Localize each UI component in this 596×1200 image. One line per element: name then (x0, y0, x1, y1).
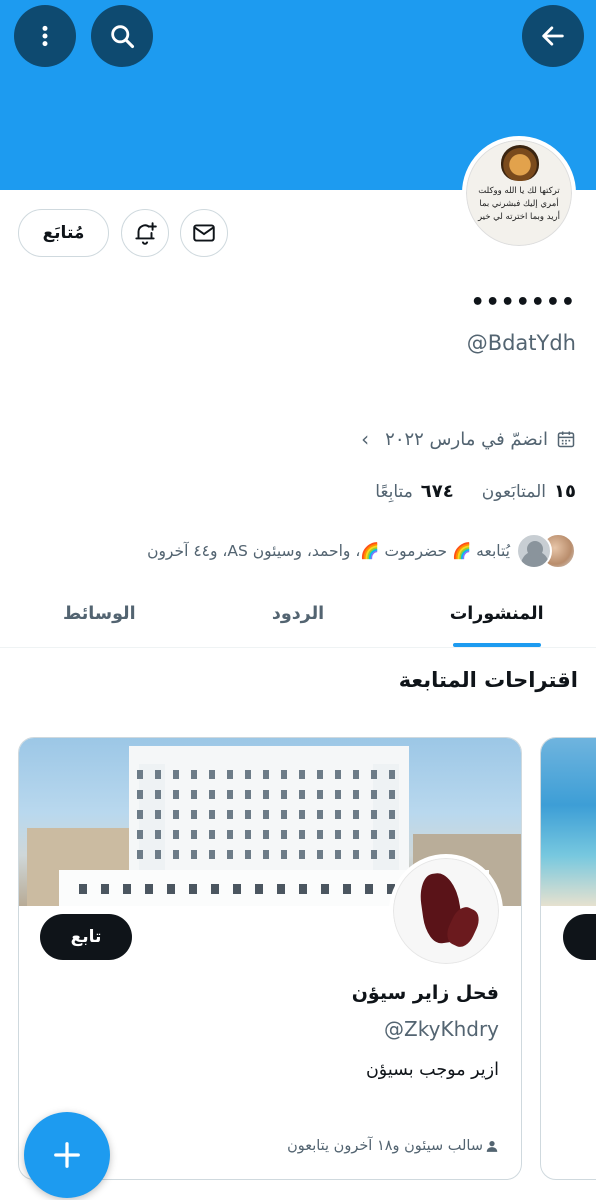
followers-stat[interactable]: ١٥ المتابَعون (482, 481, 576, 502)
joined-date-row[interactable]: ‹ انضمّ في مارس ٢٠٢٢ (361, 426, 576, 452)
notifications-button[interactable] (121, 209, 169, 257)
tab-posts[interactable]: المنشورات (397, 580, 596, 647)
tab-replies[interactable]: الردود (199, 580, 398, 647)
suggestion-followed-by: سالب سيئون و١٨ آخرون يتابعون (287, 1138, 499, 1154)
suggestion-card[interactable]: تابع فحل زاير سيؤن @ZkyKhdry ازير موجب ب… (18, 737, 522, 1180)
avatar-image: تركتها لك يا الله ووكلت أمري إليك فبشرني… (466, 140, 572, 246)
tab-media[interactable]: الوسائط (0, 580, 199, 647)
followed-by-row[interactable]: يُتابعه 🌈 حضرموت 🌈، واحمد، وسيئون AS، و٤… (147, 532, 576, 570)
profile-tabs: المنشورات الردود الوسائط (0, 580, 596, 648)
followed-by-text: يُتابعه 🌈 حضرموت 🌈، واحمد، وسيئون AS، و٤… (147, 542, 510, 560)
following-count: ٦٧٤ (420, 480, 454, 502)
more-vertical-icon (42, 25, 48, 47)
plus-icon (54, 1142, 80, 1168)
following-button[interactable]: مُتابَع (18, 209, 109, 257)
bell-plus-icon (135, 222, 157, 245)
profile-handle: @BdatYdh (466, 331, 576, 355)
follow-button-partial[interactable] (563, 914, 596, 960)
arrow-left-icon (542, 26, 564, 46)
following-stat[interactable]: ٦٧٤ متابِعًا (375, 481, 454, 502)
lion-image (501, 145, 539, 181)
follow-button[interactable]: تابع (40, 914, 132, 960)
joined-date: انضمّ في مارس ٢٠٢٢ (385, 428, 548, 450)
suggestion-followed-by-text: سالب سيئون و١٨ آخرون يتابعون (287, 1138, 483, 1154)
calendar-icon (557, 431, 575, 448)
suggestion-name[interactable]: فحل زاير سيؤن (352, 982, 499, 1004)
message-button[interactable] (180, 209, 228, 257)
profile-name: ••••••• (470, 290, 576, 315)
search-button[interactable] (91, 5, 153, 67)
avatar-caption: تركتها لك يا الله ووكلت أمري إليك فبشرني… (477, 186, 561, 222)
following-label: متابِعًا (375, 481, 413, 502)
person-icon (486, 1141, 498, 1152)
more-options-button[interactable] (14, 5, 76, 67)
suggestion-banner-image (541, 738, 596, 906)
search-icon (111, 25, 135, 49)
suggestion-handle: @ZkyKhdry (384, 1017, 499, 1041)
suggestion-bio: ازير موجب بسيؤن (365, 1060, 499, 1080)
avatar (516, 533, 552, 569)
back-button[interactable] (522, 5, 584, 67)
chevron-left-icon: ‹ (361, 427, 370, 451)
suggestion-avatar[interactable] (389, 854, 503, 968)
profile-stats: ١٥ المتابَعون ٦٧٤ متابِعًا (375, 477, 576, 505)
mail-icon (193, 224, 215, 242)
profile-avatar[interactable]: تركتها لك يا الله ووكلت أمري إليك فبشرني… (462, 136, 576, 250)
suggestions-title: اقتراحات المتابعة (398, 668, 578, 692)
suggestion-card-partial[interactable] (540, 737, 596, 1180)
avatar-image (393, 858, 499, 964)
followers-label: المتابَعون (481, 481, 547, 502)
followed-by-avatars (516, 533, 576, 569)
compose-button[interactable] (24, 1112, 110, 1198)
followers-count: ١٥ (554, 480, 576, 502)
